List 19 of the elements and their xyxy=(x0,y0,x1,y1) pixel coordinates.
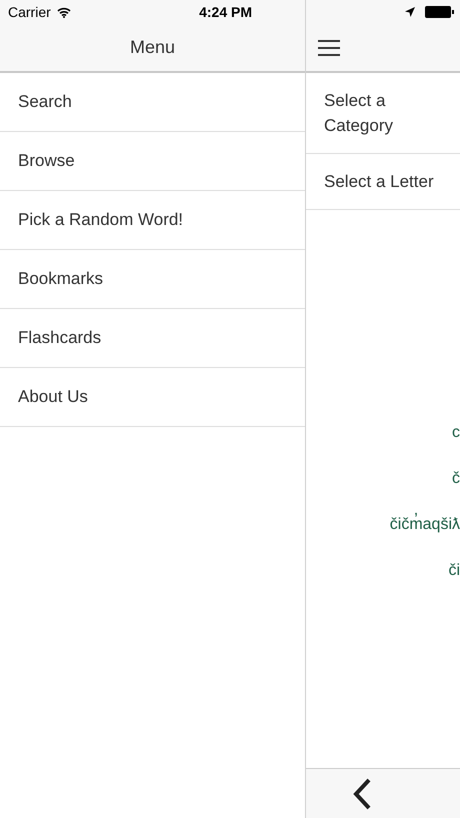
menu-title: Menu xyxy=(130,37,176,58)
wifi-icon xyxy=(56,6,71,18)
location-icon xyxy=(405,7,415,17)
battery-icon xyxy=(425,6,454,18)
clock-time: 4:24 PM xyxy=(199,4,252,20)
word-link[interactable]: c xyxy=(452,424,460,442)
back-icon[interactable] xyxy=(352,778,372,810)
option-item[interactable]: Select a Category xyxy=(306,73,460,154)
menu-icon[interactable] xyxy=(318,40,340,56)
menu-item[interactable]: Bookmarks xyxy=(0,250,305,309)
menu-item[interactable]: About Us xyxy=(0,368,305,427)
word-link[interactable]: č xyxy=(452,470,460,488)
word-link[interactable]: či xyxy=(448,562,460,580)
option-item[interactable]: Select a Letter xyxy=(306,154,460,210)
menu-item[interactable]: Pick a Random Word! xyxy=(0,191,305,250)
carrier-name: Carrier xyxy=(8,4,51,20)
menu-item[interactable]: Browse xyxy=(0,132,305,191)
menu-item[interactable]: Flashcards xyxy=(0,309,305,368)
menu-item[interactable]: Search xyxy=(0,73,305,132)
